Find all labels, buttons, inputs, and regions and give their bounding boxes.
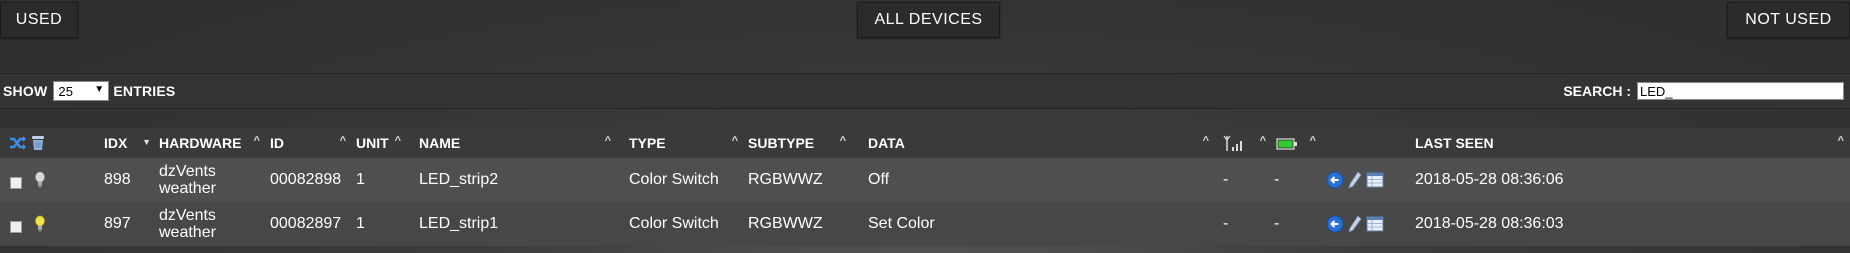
sort-icon: ^ — [394, 135, 401, 147]
hardware-line2: weather — [159, 180, 216, 197]
sort-icon: ^ — [839, 135, 846, 147]
cell-unit: 1 — [356, 171, 365, 188]
log-table-icon[interactable] — [1366, 172, 1384, 188]
cell-type: Color Switch — [629, 215, 719, 232]
cell-actions — [1326, 158, 1415, 202]
device-filter-bar: USED ALL DEVICES NOT USED — [0, 0, 1850, 42]
cell-idx: 897 — [104, 215, 131, 232]
cell-idx: 898 — [104, 171, 131, 188]
cell-subtype: RGBWWZ — [748, 171, 823, 188]
battery-icon — [1276, 138, 1297, 150]
cell-hardware: dzVents weather — [159, 158, 270, 202]
used-filter-button[interactable]: USED — [0, 2, 78, 38]
devices-table: IDX ▼ HARDWARE ^ ID ^ UNIT ^ NAME ^ TYPE ^ SUB… — [0, 128, 1850, 246]
hardware-line2: weather — [159, 224, 216, 241]
cell-subtype: RGBWWZ — [748, 215, 823, 232]
header-signal[interactable]: ^ — [1223, 128, 1274, 158]
entries-select[interactable]: 25 ▼ — [53, 81, 110, 101]
hardware-line1: dzVents — [159, 207, 216, 224]
sort-icon: ^ — [253, 135, 260, 147]
signal-strength-icon — [1223, 135, 1242, 152]
header-data[interactable]: DATA ^ — [868, 128, 1223, 158]
cell-type: Color Switch — [629, 171, 719, 188]
edit-pencil-icon[interactable] — [1348, 215, 1362, 233]
header-name[interactable]: NAME ^ — [419, 128, 629, 158]
cell-data: Off — [868, 171, 890, 188]
cell-actions — [1326, 202, 1415, 246]
cell-battery: - — [1274, 215, 1280, 232]
sort-icon: ^ — [731, 135, 738, 147]
search-control: SEARCH : — [1563, 82, 1844, 100]
cell-battery: - — [1274, 171, 1280, 188]
shuffle-icon[interactable] — [9, 135, 27, 151]
table-row[interactable]: 897 dzVents weather 00082897 1 LED_strip… — [0, 202, 1850, 246]
trash-icon[interactable] — [31, 135, 45, 151]
header-id[interactable]: ID ^ — [270, 128, 356, 158]
cell-signal: - — [1223, 171, 1229, 188]
cell-name: LED_strip1 — [419, 215, 499, 232]
search-label: SEARCH : — [1563, 83, 1631, 99]
edit-pencil-icon[interactable] — [1348, 171, 1362, 189]
sort-desc-icon: ▼ — [142, 137, 151, 147]
cell-unit: 1 — [356, 215, 365, 232]
log-table-icon[interactable] — [1366, 216, 1384, 232]
header-unit[interactable]: UNIT ^ — [356, 128, 419, 158]
sort-icon: ^ — [604, 135, 611, 147]
entries-label: ENTRIES — [113, 83, 176, 99]
header-actions — [1326, 128, 1415, 158]
header-hardware[interactable]: HARDWARE ^ — [159, 128, 270, 158]
dropdown-arrow-icon: ▼ — [94, 84, 105, 95]
row-checkbox[interactable] — [10, 176, 22, 189]
hardware-line1: dzVents — [159, 163, 216, 180]
exclude-device-icon[interactable] — [1326, 215, 1344, 233]
bulb-off-icon[interactable] — [34, 171, 46, 189]
sort-icon: ^ — [1309, 135, 1316, 147]
search-input[interactable] — [1637, 82, 1844, 100]
header-last-seen[interactable]: LAST SEEN ^ — [1415, 128, 1850, 158]
table-row[interactable]: 898 dzVents weather 00082898 1 LED_strip… — [0, 158, 1850, 202]
row-select-cell — [0, 158, 104, 202]
header-select-cell — [0, 128, 104, 158]
bulb-on-icon[interactable] — [34, 215, 46, 233]
show-label: SHOW — [3, 83, 48, 99]
header-type[interactable]: TYPE ^ — [629, 128, 748, 158]
row-checkbox[interactable] — [10, 220, 22, 233]
header-idx[interactable]: IDX ▼ — [104, 128, 159, 158]
cell-id: 00082897 — [270, 215, 342, 232]
cell-last-seen: 2018-05-28 08:36:03 — [1415, 215, 1564, 232]
table-header-row: IDX ▼ HARDWARE ^ ID ^ UNIT ^ NAME ^ TYPE ^ SUB… — [0, 128, 1850, 158]
not-used-filter-button[interactable]: NOT USED — [1727, 2, 1850, 38]
all-devices-filter-button[interactable]: ALL DEVICES — [857, 2, 1000, 38]
table-controls: SHOW 25 ▼ ENTRIES SEARCH : — [0, 73, 1850, 109]
cell-signal: - — [1223, 215, 1229, 232]
row-select-cell — [0, 202, 104, 246]
cell-name: LED_strip2 — [419, 171, 499, 188]
sort-icon: ^ — [1837, 135, 1844, 147]
cell-last-seen: 2018-05-28 08:36:06 — [1415, 171, 1564, 188]
header-subtype[interactable]: SUBTYPE ^ — [748, 128, 868, 158]
cell-data: Set Color — [868, 215, 935, 232]
cell-id: 00082898 — [270, 171, 342, 188]
entries-length-control: SHOW 25 ▼ ENTRIES — [3, 81, 175, 101]
sort-icon: ^ — [1259, 135, 1266, 147]
header-battery[interactable]: ^ — [1274, 128, 1326, 158]
entries-select-value: 25 — [58, 83, 74, 99]
exclude-device-icon[interactable] — [1326, 171, 1344, 189]
sort-icon: ^ — [339, 135, 346, 147]
cell-hardware: dzVents weather — [159, 202, 270, 246]
sort-icon: ^ — [1202, 135, 1209, 147]
